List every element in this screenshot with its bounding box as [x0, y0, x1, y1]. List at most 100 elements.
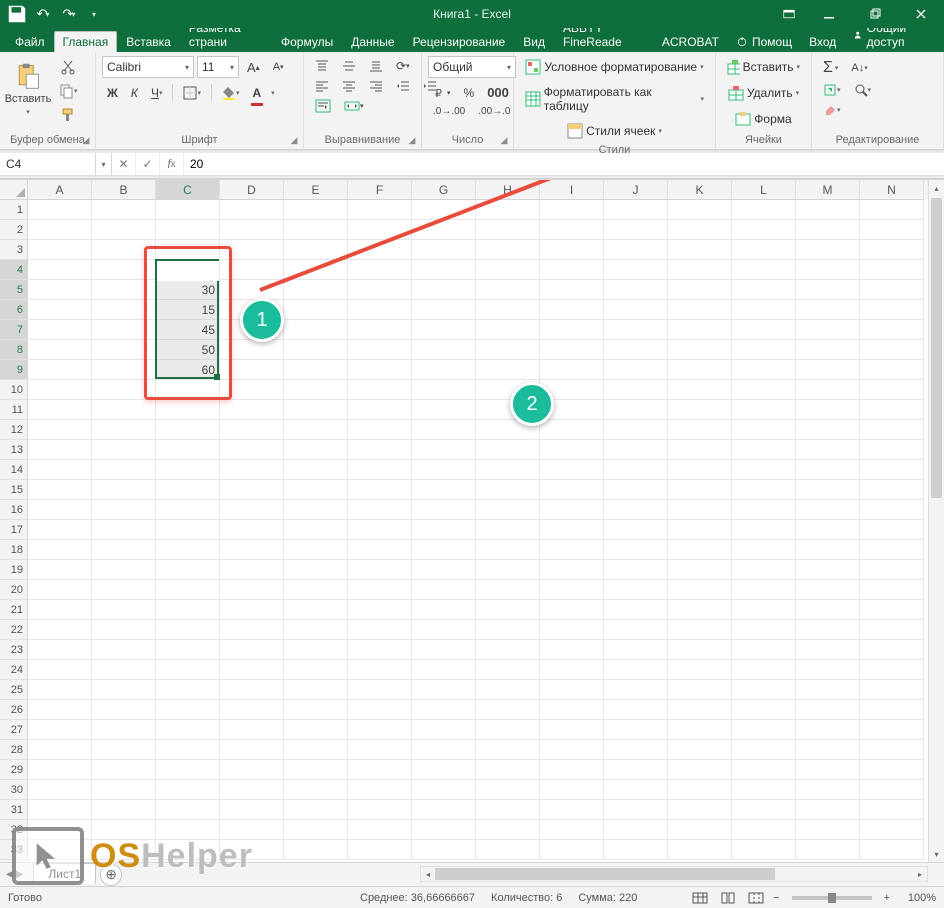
cell-M13[interactable]	[796, 440, 860, 460]
cell-A15[interactable]	[28, 480, 92, 500]
cell-K27[interactable]	[668, 720, 732, 740]
percent-format-icon[interactable]: %	[459, 83, 480, 103]
align-left-icon[interactable]	[310, 76, 334, 96]
cell-F30[interactable]	[348, 780, 412, 800]
merge-cells-icon[interactable]: ▾	[339, 96, 369, 116]
cell-B5[interactable]	[92, 280, 156, 300]
worksheet-grid[interactable]: ABCDEFGHIJKLMN 1234567891011121314151617…	[0, 180, 944, 862]
close-button[interactable]	[898, 0, 944, 28]
cell-F29[interactable]	[348, 760, 412, 780]
cell-I6[interactable]	[540, 300, 604, 320]
font-color-icon[interactable]: A▾	[247, 82, 279, 103]
cell-L21[interactable]	[732, 600, 796, 620]
cell-D31[interactable]	[220, 800, 284, 820]
cell-J7[interactable]	[604, 320, 668, 340]
cell-C17[interactable]	[156, 520, 220, 540]
cell-I24[interactable]	[540, 660, 604, 680]
cell-G18[interactable]	[412, 540, 476, 560]
cell-E1[interactable]	[284, 200, 348, 220]
cell-L22[interactable]	[732, 620, 796, 640]
cell-D16[interactable]	[220, 500, 284, 520]
cell-G25[interactable]	[412, 680, 476, 700]
cell-G15[interactable]	[412, 480, 476, 500]
cell-M26[interactable]	[796, 700, 860, 720]
cell-E14[interactable]	[284, 460, 348, 480]
cell-J24[interactable]	[604, 660, 668, 680]
cell-B30[interactable]	[92, 780, 156, 800]
cell-G10[interactable]	[412, 380, 476, 400]
cell-N22[interactable]	[860, 620, 924, 640]
tab-acrobat[interactable]: ACROBAT	[653, 31, 728, 52]
cell-C14[interactable]	[156, 460, 220, 480]
cell-F27[interactable]	[348, 720, 412, 740]
cell-A22[interactable]	[28, 620, 92, 640]
cell-N32[interactable]	[860, 820, 924, 840]
row-header-7[interactable]: 7	[0, 320, 28, 340]
cell-H3[interactable]	[476, 240, 540, 260]
cell-L18[interactable]	[732, 540, 796, 560]
cell-M23[interactable]	[796, 640, 860, 660]
align-top-icon[interactable]	[310, 56, 334, 76]
cell-K5[interactable]	[668, 280, 732, 300]
cell-L15[interactable]	[732, 480, 796, 500]
row-headers[interactable]: 1234567891011121314151617181920212223242…	[0, 200, 28, 862]
cell-G30[interactable]	[412, 780, 476, 800]
row-header-25[interactable]: 25	[0, 680, 28, 700]
orientation-icon[interactable]: ⟳▾	[391, 56, 415, 76]
tell-me[interactable]: Помощ	[728, 32, 800, 52]
cell-N12[interactable]	[860, 420, 924, 440]
decrease-decimal-icon[interactable]: .00→.0	[473, 103, 515, 120]
cell-D24[interactable]	[220, 660, 284, 680]
cell-I14[interactable]	[540, 460, 604, 480]
cell-L10[interactable]	[732, 380, 796, 400]
cell-N4[interactable]	[860, 260, 924, 280]
format-as-table-button[interactable]: Форматировать как таблицу▾	[520, 82, 709, 116]
tab-file[interactable]: Файл	[6, 31, 54, 52]
cell-G6[interactable]	[412, 300, 476, 320]
cell-H13[interactable]	[476, 440, 540, 460]
cell-E3[interactable]	[284, 240, 348, 260]
cell-J19[interactable]	[604, 560, 668, 580]
cut-icon[interactable]	[53, 56, 83, 78]
cell-F26[interactable]	[348, 700, 412, 720]
cell-B10[interactable]	[92, 380, 156, 400]
cell-N9[interactable]	[860, 360, 924, 380]
cell-H27[interactable]	[476, 720, 540, 740]
cell-J17[interactable]	[604, 520, 668, 540]
row-header-26[interactable]: 26	[0, 700, 28, 720]
cell-N27[interactable]	[860, 720, 924, 740]
cell-F7[interactable]	[348, 320, 412, 340]
cell-E10[interactable]	[284, 380, 348, 400]
cell-H21[interactable]	[476, 600, 540, 620]
cell-C3[interactable]	[156, 240, 220, 260]
cell-D17[interactable]	[220, 520, 284, 540]
cell-G3[interactable]	[412, 240, 476, 260]
cell-J4[interactable]	[604, 260, 668, 280]
cell-M20[interactable]	[796, 580, 860, 600]
cell-I28[interactable]	[540, 740, 604, 760]
row-header-24[interactable]: 24	[0, 660, 28, 680]
cell-C2[interactable]	[156, 220, 220, 240]
cell-L29[interactable]	[732, 760, 796, 780]
cell-K22[interactable]	[668, 620, 732, 640]
cell-G21[interactable]	[412, 600, 476, 620]
cell-A18[interactable]	[28, 540, 92, 560]
cell-N33[interactable]	[860, 840, 924, 860]
row-header-2[interactable]: 2	[0, 220, 28, 240]
cell-B1[interactable]	[92, 200, 156, 220]
cell-I15[interactable]	[540, 480, 604, 500]
cell-F25[interactable]	[348, 680, 412, 700]
tab-insert[interactable]: Вставка	[117, 31, 180, 52]
cell-K13[interactable]	[668, 440, 732, 460]
cell-L5[interactable]	[732, 280, 796, 300]
row-header-23[interactable]: 23	[0, 640, 28, 660]
cell-F8[interactable]	[348, 340, 412, 360]
cell-N7[interactable]	[860, 320, 924, 340]
cell-K2[interactable]	[668, 220, 732, 240]
cell-N5[interactable]	[860, 280, 924, 300]
col-header-I[interactable]: I	[540, 180, 604, 200]
row-header-20[interactable]: 20	[0, 580, 28, 600]
cancel-formula-icon[interactable]: ✕	[112, 153, 136, 175]
cell-C7[interactable]: 45	[156, 320, 220, 340]
cell-G32[interactable]	[412, 820, 476, 840]
